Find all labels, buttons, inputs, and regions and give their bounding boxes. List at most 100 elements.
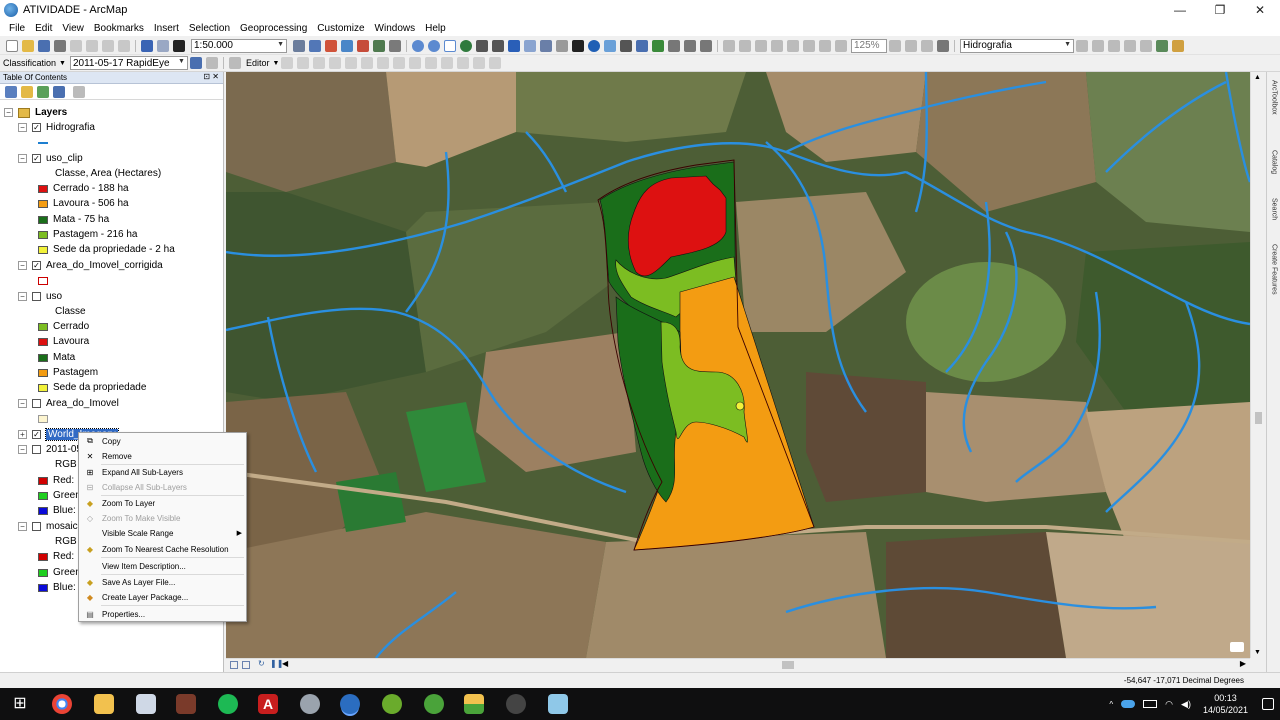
layout-zoom-in-icon[interactable] (723, 39, 735, 52)
collapse-icon[interactable]: − (18, 154, 27, 163)
scroll-down-icon[interactable]: ▼ (1254, 649, 1261, 656)
map-tips-icon[interactable] (1230, 642, 1244, 652)
visibility-checkbox[interactable] (32, 445, 41, 454)
onedrive-icon[interactable] (1121, 700, 1136, 708)
collapse-icon[interactable]: − (18, 399, 27, 408)
go-to-xy-icon[interactable] (684, 39, 696, 52)
scroll-thumb[interactable] (782, 661, 794, 669)
edit-tool-icon[interactable] (281, 57, 294, 69)
arctoolbox-icon[interactable] (357, 39, 369, 52)
identify-icon[interactable] (588, 39, 600, 52)
scroll-left-icon[interactable]: ◀ (282, 659, 288, 668)
add-data-icon[interactable] (173, 39, 185, 52)
scroll-up-icon[interactable]: ▲ (1254, 74, 1261, 81)
search-window-icon[interactable] (341, 39, 353, 52)
app-icon[interactable] (300, 694, 320, 714)
ctx-view-description[interactable]: View Item Description... (79, 559, 246, 573)
zoom-percent-combo[interactable]: 125% (851, 38, 887, 53)
zoom-out-icon[interactable] (428, 39, 440, 52)
effects-icon[interactable] (1076, 39, 1088, 52)
visibility-checkbox[interactable] (32, 292, 41, 301)
hyperlink-icon[interactable] (604, 39, 616, 52)
layer-properties-icon[interactable] (1172, 39, 1184, 52)
layer-rapideye[interactable]: − 2011-05 (18, 442, 82, 457)
edit-vertices-icon[interactable] (377, 57, 390, 69)
collapse-icon[interactable]: − (18, 123, 27, 132)
ctx-zoom-to-layer[interactable]: ◆ Zoom To Layer (79, 496, 246, 510)
list-by-drawing-order-icon[interactable] (5, 85, 17, 98)
wifi-icon[interactable]: ◠ (1165, 699, 1173, 710)
layer-uso-clip[interactable]: − ✓ uso_clip (18, 151, 83, 166)
ctx-copy[interactable]: ⧉ Copy (79, 434, 246, 448)
app-icon[interactable] (506, 694, 526, 714)
table-of-contents-icon[interactable] (309, 39, 321, 52)
ctx-remove[interactable]: ✕ Remove (79, 449, 246, 463)
chevron-down-icon[interactable]: ▼ (272, 60, 279, 67)
copy-icon[interactable] (86, 39, 98, 52)
layout-view-button[interactable] (242, 661, 250, 669)
close-button[interactable]: ✕ (1240, 0, 1280, 20)
search-tab[interactable]: Search (1268, 198, 1280, 238)
volume-icon[interactable]: ◀) (1181, 699, 1191, 710)
list-by-visibility-icon[interactable] (37, 85, 49, 98)
ctx-zoom-cache[interactable]: ◆ Zoom To Nearest Cache Resolution (79, 542, 246, 556)
arcmap-taskbar-icon[interactable] (340, 694, 360, 714)
cut-icon[interactable] (70, 39, 82, 52)
python-icon[interactable] (373, 39, 385, 52)
find-route-icon[interactable] (668, 39, 680, 52)
visibility-checkbox[interactable]: ✓ (32, 430, 41, 439)
html-popup-icon[interactable] (620, 39, 632, 52)
collapse-icon[interactable]: − (18, 445, 27, 454)
visibility-checkbox[interactable]: ✓ (32, 154, 41, 163)
calculator-icon[interactable] (136, 694, 156, 714)
straight-segment-icon[interactable] (313, 57, 326, 69)
spotify-icon[interactable] (218, 694, 238, 714)
zoom-whole-page-icon[interactable] (771, 39, 783, 52)
clock[interactable]: 00:13 14/05/2021 (1203, 692, 1248, 716)
menu-view[interactable]: View (57, 23, 89, 34)
time-slider-icon[interactable] (700, 39, 712, 52)
layer-area-do-imovel-corrigida[interactable]: − ✓ Area_do_Imovel_corrigida (18, 258, 163, 273)
delete-icon[interactable] (118, 39, 130, 52)
menu-file[interactable]: File (4, 23, 30, 34)
toc-window-buttons[interactable]: ⊡ ✕ (203, 72, 219, 81)
cut-polygons-icon[interactable] (409, 57, 422, 69)
map-vertical-scrollbar[interactable]: ▲ ▼ (1250, 72, 1266, 658)
map-horizontal-scrollbar[interactable]: ↻ ❚❚ ◀ ▶ (226, 658, 1250, 670)
menu-customize[interactable]: Customize (312, 23, 369, 34)
save-icon[interactable] (38, 39, 50, 52)
refresh-view-icon[interactable]: ↻ (258, 659, 265, 668)
collapse-icon[interactable]: − (18, 522, 27, 531)
new-document-icon[interactable] (6, 39, 18, 52)
open-icon[interactable] (22, 39, 34, 52)
scroll-right-icon[interactable]: ▶ (1240, 659, 1246, 668)
draw-polygon-icon[interactable] (205, 57, 218, 69)
app-icon[interactable] (548, 694, 568, 714)
select-features-icon[interactable] (540, 39, 552, 52)
chevron-up-icon[interactable]: ^ (1109, 700, 1113, 709)
visibility-checkbox[interactable]: ✓ (32, 261, 41, 270)
ctx-save-layer-file[interactable]: ◆ Save As Layer File... (79, 575, 246, 589)
forward-extent-icon[interactable] (524, 39, 536, 52)
acrobat-icon[interactable]: A (258, 694, 278, 714)
full-extent-icon[interactable] (460, 39, 472, 52)
reshape-icon[interactable] (393, 57, 406, 69)
transparency-icon[interactable] (1124, 39, 1136, 52)
collapse-icon[interactable]: − (18, 261, 27, 270)
layout-zoom-out-icon[interactable] (739, 39, 751, 52)
toggle-draft-icon[interactable] (889, 39, 901, 52)
undo-icon[interactable] (141, 39, 153, 52)
layer-area-do-imovel[interactable]: − Area_do_Imovel (18, 396, 119, 411)
fixed-zoom-out-icon[interactable] (492, 39, 504, 52)
measure-icon[interactable] (636, 39, 648, 52)
ctx-visible-scale-range[interactable]: Visible Scale Range ▶ (79, 526, 246, 540)
edit-annotation-icon[interactable] (297, 57, 310, 69)
collapse-icon[interactable]: − (18, 292, 27, 301)
drawing-icon[interactable] (228, 57, 241, 69)
layer-mosaico[interactable]: − mosaico (18, 519, 83, 534)
catalog-tab[interactable]: Catalog (1268, 150, 1280, 194)
classification-label[interactable]: Classification (0, 58, 59, 68)
list-by-selection-icon[interactable] (53, 85, 65, 98)
app-icon[interactable] (464, 694, 484, 714)
qgis-icon[interactable] (382, 694, 402, 714)
